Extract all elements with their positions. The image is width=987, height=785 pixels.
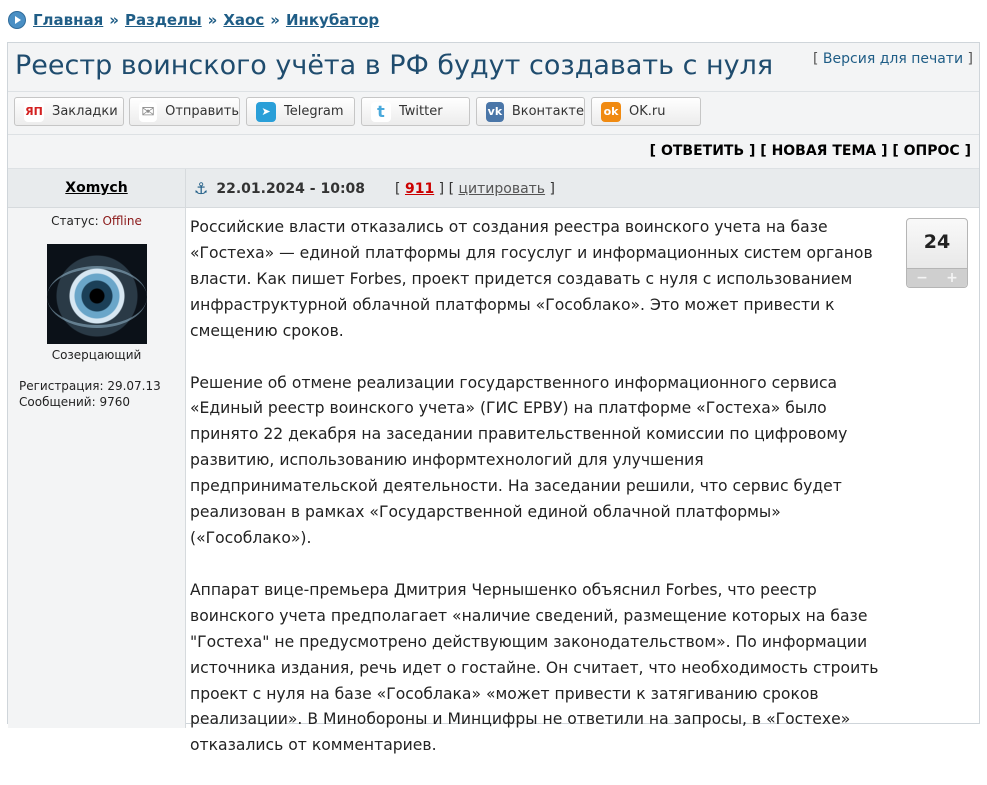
- author-registration: Регистрация: 29.07.13: [19, 379, 161, 393]
- post-date: 22.01.2024 - 10:08: [216, 180, 366, 197]
- post-paragraph: Решение об отмене реализации государстве…: [190, 373, 848, 547]
- author-messages: Сообщений: 9760: [19, 395, 130, 409]
- new-topic-button[interactable]: НОВАЯ ТЕМА: [772, 143, 877, 159]
- share-button-vk[interactable]: vk Вконтакте: [476, 97, 585, 126]
- share-label: Twitter: [399, 104, 443, 119]
- play-circle-icon: [8, 11, 26, 29]
- anchor-icon[interactable]: ⚓: [194, 179, 208, 198]
- share-button-ok[interactable]: ok OK.ru: [591, 97, 701, 126]
- post-number-link[interactable]: 911: [405, 181, 434, 197]
- breadcrumb-separator: »: [109, 11, 119, 29]
- post-meta: ⚓ 22.01.2024 - 10:08 [ 911 ] [ цитироват…: [194, 179, 555, 198]
- rating-controls: − +: [907, 268, 967, 287]
- plus-icon[interactable]: +: [946, 270, 958, 286]
- breadcrumb-separator: »: [207, 11, 218, 29]
- author-rank: Созерцающий: [51, 348, 142, 362]
- cite-link[interactable]: цитировать: [458, 181, 545, 197]
- breadcrumb-separator: »: [270, 11, 280, 29]
- mail-icon: ✉: [139, 101, 158, 122]
- author-status: Статус: Offline: [8, 214, 185, 228]
- page-title: Реестр воинского учёта в РФ будут создав…: [15, 50, 774, 81]
- topic-panel: Реестр воинского учёта в РФ будут создав…: [7, 42, 980, 754]
- breadcrumb: Главная » Разделы » Хаос » Инкубатор: [8, 10, 379, 30]
- share-label: Отправить: [165, 104, 239, 119]
- breadcrumb-link-home[interactable]: Главная: [33, 11, 103, 29]
- post-paragraph: Аппарат вице-премьера Дмитрия Чернышенко…: [190, 580, 879, 755]
- topic-actions-bar: [ ОТВЕТИТЬ ] [ НОВАЯ ТЕМА ] [ ОПРОС ]: [8, 135, 979, 169]
- rating-value: 24: [923, 231, 951, 253]
- author-link[interactable]: Xomych: [65, 180, 127, 196]
- share-button-twitter[interactable]: t Twitter: [361, 97, 470, 126]
- twitter-icon: t: [371, 101, 391, 122]
- topic-actions: [ ОТВЕТИТЬ ] [ НОВАЯ ТЕМА ] [ ОПРОС ]: [649, 143, 971, 159]
- breadcrumb-link-sections[interactable]: Разделы: [125, 11, 202, 29]
- post-author: Xomych: [8, 169, 186, 207]
- post-body: Российские власти отказались от создания…: [190, 215, 890, 785]
- post-header: Xomych ⚓ 22.01.2024 - 10:08 [ 911 ] [ ци…: [8, 169, 979, 208]
- share-label: Закладки: [52, 104, 118, 119]
- status-value: Offline: [102, 214, 142, 228]
- poll-button[interactable]: ОПРОС: [904, 143, 960, 159]
- post-rating: 24 − +: [906, 218, 968, 288]
- breadcrumb-link-incubator[interactable]: Инкубатор: [286, 11, 379, 29]
- telegram-icon: ➤: [256, 101, 276, 122]
- share-bar: ЯП Закладки ✉ Отправить ➤ Telegram t Twi…: [8, 92, 979, 135]
- author-sidebar: Статус: Offline Созерцающий Регистрация:…: [8, 208, 186, 728]
- share-button-telegram[interactable]: ➤ Telegram: [246, 97, 355, 126]
- share-label: OK.ru: [629, 104, 666, 119]
- vk-icon: vk: [486, 101, 504, 122]
- minus-icon[interactable]: −: [916, 270, 928, 286]
- share-button-send[interactable]: ✉ Отправить: [129, 97, 240, 126]
- print-version-link[interactable]: Версия для печати: [823, 51, 963, 67]
- avatar[interactable]: [47, 244, 147, 344]
- share-button-bookmarks[interactable]: ЯП Закладки: [14, 97, 124, 126]
- author-stats: Регистрация: 29.07.13 Сообщений: 9760: [19, 378, 161, 410]
- share-label: Telegram: [284, 104, 344, 119]
- post-paragraph: Российские власти отказались от создания…: [190, 218, 873, 340]
- print-version-wrapper: [ Версия для печати ]: [813, 51, 973, 67]
- ok-icon: ok: [601, 101, 621, 122]
- yandex-bookmarks-icon: ЯП: [24, 101, 44, 122]
- share-label: Вконтакте: [511, 104, 584, 119]
- reply-button[interactable]: ОТВЕТИТЬ: [661, 143, 744, 159]
- breadcrumb-link-chaos[interactable]: Хаос: [223, 11, 264, 29]
- topic-header: Реестр воинского учёта в РФ будут создав…: [8, 43, 979, 92]
- status-label: Статус:: [51, 214, 99, 228]
